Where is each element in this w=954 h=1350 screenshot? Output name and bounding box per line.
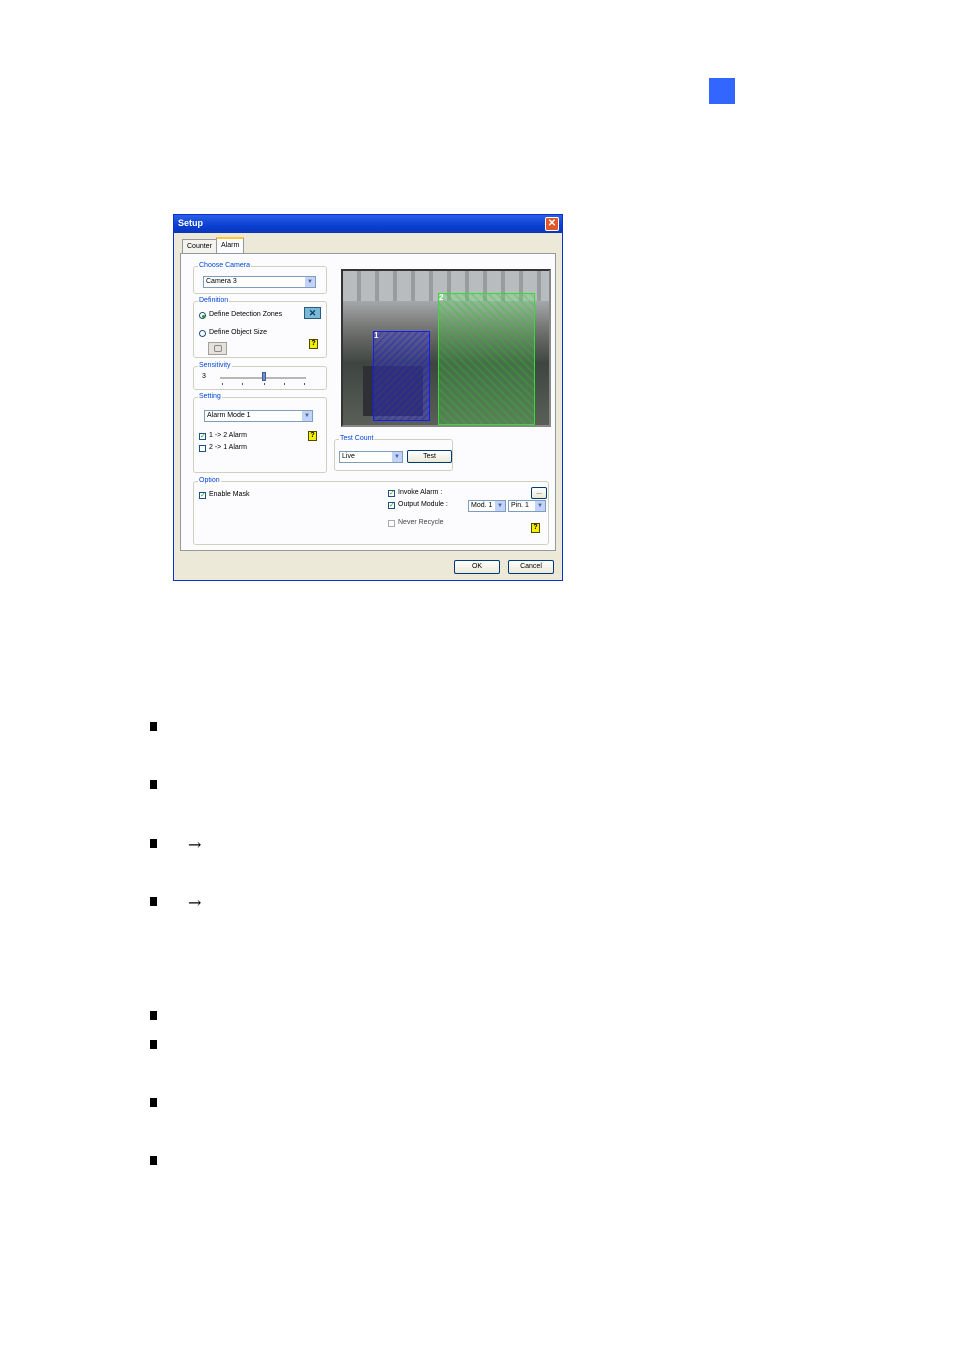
bullet-icon	[150, 780, 157, 789]
camera-snapshot-icon[interactable]	[208, 342, 227, 355]
definition-group: Definition Define Detection Zones ✕ Defi…	[193, 297, 327, 358]
setup-dialog: Setup ✕ Counter Alarm Choose Camera Came…	[173, 214, 563, 581]
define-zones-label: Define Detection Zones	[209, 311, 283, 318]
detection-zone-1[interactable]	[373, 331, 430, 421]
invoke-alarm-label: Invoke Alarm :	[398, 489, 443, 496]
alarm-mode-value: Alarm Mode 1	[207, 412, 251, 419]
bullet-icon	[150, 897, 157, 906]
option-label: Option	[198, 477, 221, 484]
cancel-button[interactable]: Cancel	[508, 560, 554, 574]
arrow-glyph: →	[188, 835, 202, 854]
test-count-label: Test Count	[339, 435, 375, 442]
help-icon[interactable]: ?	[308, 431, 317, 441]
option-group: Option ✓ Enable Mask ✓ Invoke Alarm : ..…	[193, 477, 549, 545]
zone-1-label: 1	[374, 331, 379, 340]
enable-mask-checkbox[interactable]: ✓	[199, 492, 206, 499]
alarm-1-2-checkbox[interactable]: ✓	[199, 433, 206, 440]
bullet-icon	[150, 1156, 157, 1165]
chapter-marker	[709, 78, 735, 104]
choose-camera-group: Choose Camera Camera 3 ▼	[193, 262, 327, 294]
pin-select[interactable]: Pin. 1 ▼	[508, 500, 546, 512]
sensitivity-group: Sensitivity 3	[193, 362, 327, 390]
choose-camera-label: Choose Camera	[198, 262, 251, 269]
alarm-2-1-label: 2 -> 1 Alarm	[209, 444, 247, 451]
chevron-down-icon: ▼	[535, 501, 545, 511]
chevron-down-icon: ▼	[495, 501, 505, 511]
sensitivity-label: Sensitivity	[198, 362, 232, 369]
chevron-down-icon: ▼	[305, 277, 315, 287]
test-source-value: Live	[342, 453, 355, 460]
define-zones-radio[interactable]	[199, 312, 206, 319]
title-bar: Setup ✕	[174, 215, 562, 233]
arrow-glyph: →	[188, 893, 202, 912]
chevron-down-icon: ▼	[302, 411, 312, 421]
invoke-alarm-browse-button[interactable]: ...	[531, 487, 547, 499]
test-count-group: Test Count Live ▼ Test	[334, 435, 453, 471]
alarm-panel: Choose Camera Camera 3 ▼ Definition Defi…	[180, 253, 556, 551]
setting-label: Setting	[198, 393, 222, 400]
output-module-checkbox[interactable]: ✓	[388, 502, 395, 509]
never-recycle-checkbox[interactable]	[388, 520, 395, 527]
output-module-label: Output Module :	[398, 501, 448, 508]
tab-counter[interactable]: Counter	[182, 239, 217, 253]
help-icon[interactable]: ?	[531, 523, 540, 533]
camera-preview[interactable]: 1 2	[341, 269, 551, 427]
definition-label: Definition	[198, 297, 230, 304]
alarm-1-2-label: 1 -> 2 Alarm	[209, 432, 247, 439]
draw-zone-icon[interactable]: ✕	[304, 307, 321, 319]
bullet-icon	[150, 1098, 157, 1107]
enable-mask-label: Enable Mask	[209, 491, 250, 498]
setting-group: Setting Alarm Mode 1 ▼ ✓ 1 -> 2 Alarm ? …	[193, 393, 327, 473]
bullet-icon	[150, 839, 157, 848]
dialog-title: Setup	[178, 218, 204, 228]
help-icon[interactable]: ?	[309, 339, 318, 349]
test-button[interactable]: Test	[407, 450, 452, 463]
ok-button[interactable]: OK	[454, 560, 500, 574]
never-recycle-label: Never Recycle	[398, 519, 444, 526]
alarm-2-1-checkbox[interactable]	[199, 445, 206, 452]
bullet-icon	[150, 1040, 157, 1049]
module-value: Mod. 1	[471, 502, 493, 509]
define-size-label: Define Object Size	[209, 329, 267, 336]
camera-select-value: Camera 3	[206, 278, 237, 285]
module-select[interactable]: Mod. 1 ▼	[468, 500, 506, 512]
bullet-icon	[150, 1011, 157, 1020]
bullet-icon	[150, 722, 157, 731]
pin-value: Pin. 1	[511, 502, 529, 509]
camera-select[interactable]: Camera 3 ▼	[203, 276, 316, 288]
invoke-alarm-checkbox[interactable]: ✓	[388, 490, 395, 497]
chevron-down-icon: ▼	[392, 452, 402, 462]
sensitivity-value: 3	[202, 373, 206, 380]
zone-2-label: 2	[439, 293, 444, 302]
test-source-select[interactable]: Live ▼	[339, 451, 403, 463]
detection-zone-2[interactable]	[438, 293, 535, 425]
slider-thumb[interactable]	[262, 372, 266, 381]
tab-alarm[interactable]: Alarm	[216, 237, 245, 254]
define-size-radio[interactable]	[199, 330, 206, 337]
alarm-mode-select[interactable]: Alarm Mode 1 ▼	[204, 410, 313, 422]
close-button[interactable]: ✕	[545, 217, 559, 231]
